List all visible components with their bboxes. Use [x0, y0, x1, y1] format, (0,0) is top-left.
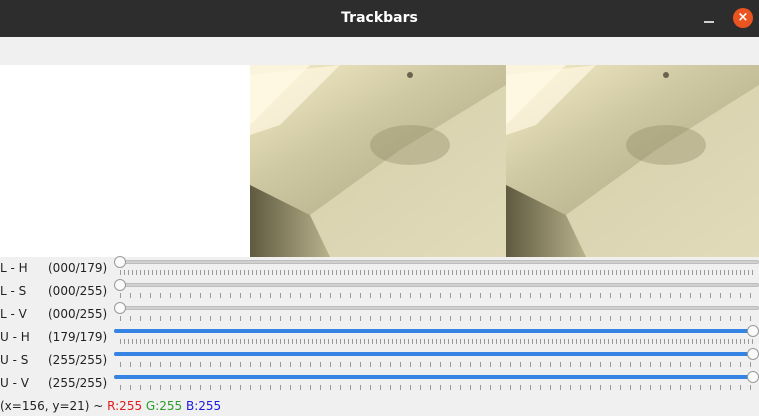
minimize-icon[interactable] [700, 10, 718, 28]
close-icon[interactable]: × [733, 8, 753, 28]
trackbar-u-h: U - H (179/179) [0, 325, 759, 349]
trackbar-value: (255/255) [48, 353, 108, 367]
trackbar-value: (000/255) [48, 284, 108, 298]
slider-fill [114, 352, 753, 356]
trackbar-value: (000/255) [48, 307, 108, 321]
status-bar: (x=156, y=21) ~ R:255 G:255 B:255 [0, 396, 759, 416]
trackbar-label: L - S [0, 284, 27, 298]
trackbar-value: (255/255) [48, 376, 108, 390]
pixel-red-value: R:255 [107, 399, 143, 413]
trackbar-panel: L - H (000/179) L - S (000/255) L - V (0… [0, 256, 759, 395]
trackbar-label: U - H [0, 330, 30, 344]
slider-groove [114, 283, 759, 287]
slider-ticks [120, 316, 753, 321]
slider-handle[interactable] [747, 325, 759, 337]
window-title: Trackbars [341, 10, 418, 26]
trackbar-label: U - V [0, 376, 29, 390]
slider[interactable] [114, 325, 759, 349]
cursor-coordinates: (x=156, y=21) ~ [0, 399, 108, 413]
trackbar-label: L - V [0, 307, 27, 321]
slider-fill [114, 329, 753, 333]
camera-frame-original [250, 65, 506, 257]
image-panel [0, 65, 759, 257]
slider-ticks [120, 339, 753, 344]
trackbar-u-s: U - S (255/255) [0, 348, 759, 372]
camera-frame-masked [506, 65, 759, 257]
trackbar-l-h: L - H (000/179) [0, 256, 759, 280]
trackbar-label: U - S [0, 353, 29, 367]
trackbar-label: L - H [0, 261, 28, 275]
slider-handle[interactable] [114, 256, 126, 268]
trackbar-u-v: U - V (255/255) [0, 371, 759, 395]
title-bar: Trackbars × [0, 0, 759, 37]
slider-handle[interactable] [747, 348, 759, 360]
slider-handle[interactable] [114, 279, 126, 291]
slider[interactable] [114, 302, 759, 326]
slider-ticks [120, 362, 753, 367]
toolbar [0, 37, 759, 65]
pixel-green-value: G:255 [145, 399, 183, 413]
slider-ticks [120, 385, 753, 390]
trackbar-value: (179/179) [48, 330, 108, 344]
slider[interactable] [114, 348, 759, 372]
slider-groove [114, 260, 759, 264]
slider-groove [114, 306, 759, 310]
slider-ticks [120, 270, 753, 275]
slider-handle[interactable] [114, 302, 126, 314]
slider-fill [114, 375, 753, 379]
slider-ticks [120, 293, 753, 298]
trackbar-value: (000/179) [48, 261, 108, 275]
pixel-blue-value: B:255 [186, 399, 222, 413]
trackbar-l-s: L - S (000/255) [0, 279, 759, 303]
slider-handle[interactable] [747, 371, 759, 383]
slider[interactable] [114, 256, 759, 280]
slider[interactable] [114, 371, 759, 395]
trackbar-l-v: L - V (000/255) [0, 302, 759, 326]
slider[interactable] [114, 279, 759, 303]
